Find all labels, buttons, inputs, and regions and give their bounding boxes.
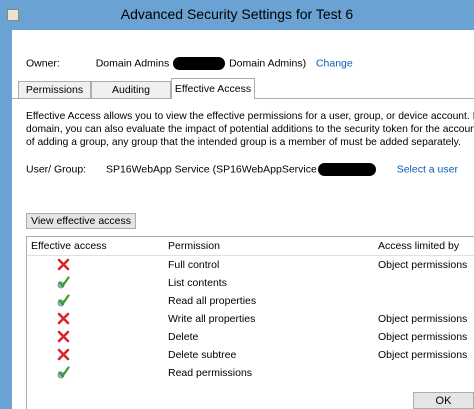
permission-cell: List contents xyxy=(168,277,227,289)
redacted-account-name xyxy=(317,163,376,176)
permission-cell: Delete xyxy=(168,331,199,343)
owner-label: Owner: xyxy=(26,57,60,70)
access-limited-by-cell: Object permissions xyxy=(378,313,468,325)
green-check-icon xyxy=(57,366,70,379)
green-check-icon xyxy=(57,294,70,307)
user-group-row: User/ Group: SP16WebApp Service (SP16Web… xyxy=(26,163,458,176)
user-group-value: SP16WebApp Service (SP16WebAppService xyxy=(105,163,317,176)
permission-cell: Read permissions xyxy=(168,367,253,379)
column-effective-access[interactable]: Effective access xyxy=(31,240,107,252)
red-x-icon xyxy=(57,312,70,325)
owner-name-prefix: Domain Admins xyxy=(95,57,170,70)
table-row[interactable]: Read all properties xyxy=(27,292,474,310)
table-row[interactable]: Delete subtree Object permissions xyxy=(27,346,474,364)
window-title: Advanced Security Settings for Test 6 xyxy=(120,6,354,22)
ok-button[interactable]: OK xyxy=(413,392,474,409)
column-access-limited-by[interactable]: Access limited by xyxy=(378,240,459,252)
select-user-link[interactable]: Select a user xyxy=(397,163,458,175)
permission-cell: Read all properties xyxy=(168,295,257,307)
permission-cell: Full control xyxy=(168,259,220,271)
tab-auditing[interactable]: Auditing xyxy=(91,81,171,98)
dialog-body: Owner: Domain Admins Domain Admins) Chan… xyxy=(12,30,474,409)
column-permission[interactable]: Permission xyxy=(168,240,220,252)
change-owner-link[interactable]: Change xyxy=(316,57,353,69)
table-row[interactable]: Read permissions xyxy=(27,364,474,382)
table-header: Effective access Permission Access limit… xyxy=(27,237,474,256)
title-bar: Advanced Security Settings for Test 6 xyxy=(0,0,474,28)
green-check-icon xyxy=(57,276,70,289)
access-limited-by-cell: Object permissions xyxy=(378,259,468,271)
red-x-icon xyxy=(57,330,70,343)
tab-effective-access[interactable]: Effective Access xyxy=(171,78,255,99)
permission-cell: Delete subtree xyxy=(168,349,237,361)
red-x-icon xyxy=(57,348,70,361)
view-effective-access-button[interactable]: View effective access xyxy=(26,213,136,229)
table-row[interactable]: Delete Object permissions xyxy=(27,328,474,346)
owner-row: Owner: Domain Admins Domain Admins) Chan… xyxy=(26,57,353,70)
effective-access-description: Effective Access allows you to view the … xyxy=(26,111,474,148)
access-limited-by-cell: Object permissions xyxy=(378,331,468,343)
effective-access-table: Effective access Permission Access limit… xyxy=(26,236,474,409)
redacted-owner-name xyxy=(173,57,226,70)
effective-access-panel: Effective Access allows you to view the … xyxy=(12,98,474,409)
owner-name-suffix: Domain Admins) xyxy=(229,57,307,70)
table-row[interactable]: List contents xyxy=(27,274,474,292)
user-group-label: User/ Group: xyxy=(26,163,87,176)
red-x-icon xyxy=(57,258,70,271)
access-limited-by-cell: Object permissions xyxy=(378,349,468,361)
permission-cell: Write all properties xyxy=(168,313,256,325)
table-row[interactable]: Write all properties Object permissions xyxy=(27,310,474,328)
tab-permissions[interactable]: Permissions xyxy=(18,81,91,98)
table-row[interactable]: Full control Object permissions xyxy=(27,256,474,274)
